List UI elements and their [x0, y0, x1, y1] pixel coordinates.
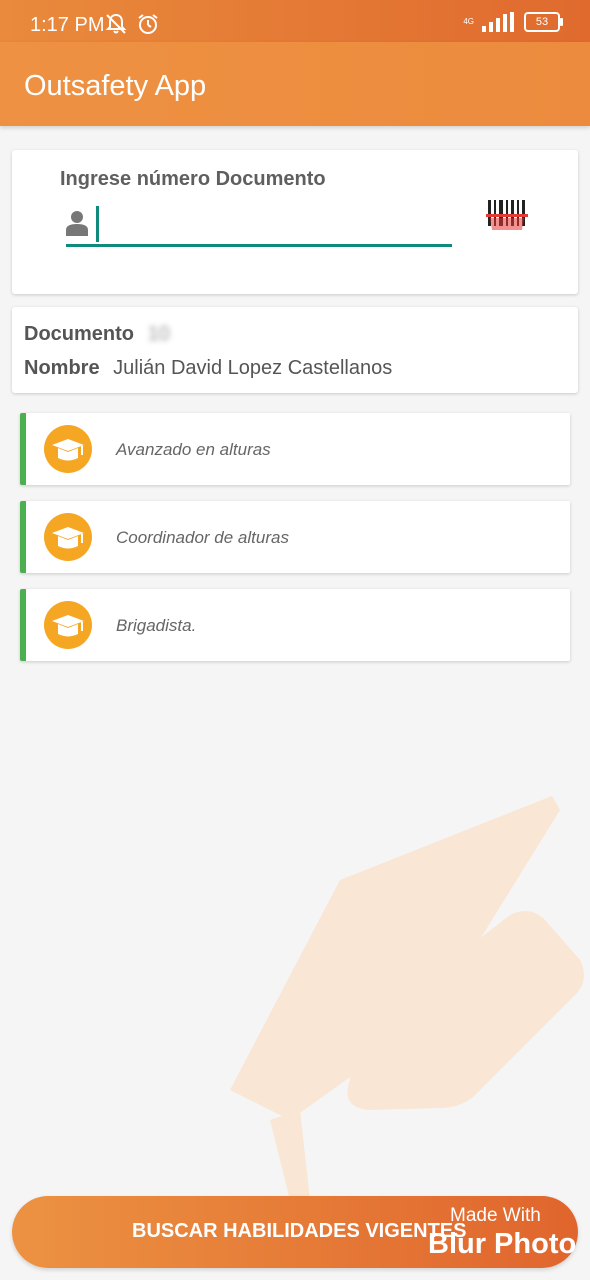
blur-photo-brand: Blur Photo: [428, 1228, 577, 1260]
skill-label: Brigadista.: [116, 616, 197, 635]
input-underline: [66, 244, 452, 247]
document-row: Documento 10: [24, 323, 170, 346]
app-bar: Outsafety App: [0, 42, 590, 126]
skill-item[interactable]: Brigadista.: [20, 589, 570, 661]
document-label: Documento: [24, 323, 134, 345]
skill-label: Coordinador de alturas: [116, 528, 289, 547]
status-right: 4G 53: [463, 12, 563, 32]
barcode-scan-icon[interactable]: [486, 198, 528, 234]
text-caret: [96, 206, 99, 242]
status-bar: 1:17 PM 4G 53: [0, 0, 590, 42]
document-value: 10: [147, 323, 170, 345]
skill-item[interactable]: Avanzado en alturas: [20, 413, 570, 485]
status-time: 1:17 PM: [30, 14, 105, 36]
mute-alert-icon: [105, 13, 127, 34]
document-number-input[interactable]: [94, 202, 458, 244]
network-label: 4G: [463, 17, 474, 26]
document-input-label: Ingrese número Documento: [60, 168, 326, 190]
graduation-cap-icon: [44, 425, 92, 473]
search-skills-label: BUSCAR HABILIDADES VIGENTES: [132, 1220, 467, 1242]
name-value: Julián David Lopez Castellanos: [113, 357, 393, 379]
battery-icon: 53: [524, 12, 563, 32]
graduation-cap-watermark-icon: [230, 796, 584, 1200]
document-input-card: Ingrese número Documento: [12, 150, 578, 294]
made-with-text: Made With: [450, 1205, 541, 1226]
graduation-cap-icon: [44, 601, 92, 649]
person-icon: [66, 211, 88, 236]
alarm-icon: [138, 14, 158, 34]
signal-icon: [482, 12, 514, 32]
person-info-card: Documento 10 Nombre Julián David Lopez C…: [12, 307, 578, 393]
status-icons-left: [104, 12, 160, 36]
skill-item[interactable]: Coordinador de alturas: [20, 501, 570, 573]
battery-level: 53: [535, 16, 549, 28]
skill-label: Avanzado en alturas: [116, 440, 271, 459]
app-title: Outsafety App: [24, 70, 207, 102]
name-row: Nombre Julián David Lopez Castellanos: [24, 357, 392, 380]
graduation-cap-icon: [44, 513, 92, 561]
name-label: Nombre: [24, 357, 100, 379]
